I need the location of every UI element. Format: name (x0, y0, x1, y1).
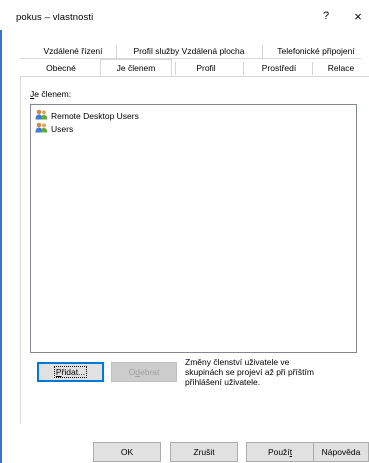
tab-row-divider (20, 58, 361, 59)
tab-separator (312, 62, 313, 75)
tab-environment[interactable]: Prostředí (248, 61, 310, 76)
tab-general[interactable]: Obecné (28, 61, 94, 76)
apply-button[interactable]: Použít (246, 442, 314, 462)
apply-button-label: Použí (267, 447, 290, 457)
tab-remote-desktop-profile[interactable]: Profil služby Vzdálená plocha (120, 44, 258, 59)
info-line: skupinách se projeví až při příštím (185, 367, 314, 377)
help-icon[interactable]: ? (318, 10, 334, 26)
membership-info: Změny členství uživatele ve skupinách se… (185, 357, 335, 387)
group-name: Remote Desktop Users (51, 110, 139, 121)
add-button[interactable]: Přidat... (37, 362, 104, 382)
group-icon (35, 122, 48, 133)
tab-dial-in[interactable]: Telefonické připojení (266, 44, 366, 59)
member-of-label: Je členem: (30, 89, 71, 99)
close-icon[interactable]: × (350, 9, 366, 25)
tab-separator (116, 45, 117, 58)
window-title: pokus – vlastnosti (16, 12, 94, 23)
info-line: přihlášení uživatele. (185, 377, 261, 387)
ok-button[interactable]: OK (93, 442, 161, 462)
member-of-label-text: e členem: (34, 89, 72, 99)
apply-button-accesskey: t (289, 447, 293, 457)
help-button[interactable]: Nápověda (313, 442, 369, 462)
tab-sessions[interactable]: Relace (316, 61, 366, 76)
cancel-button[interactable]: Zrušit (170, 442, 238, 462)
member-of-list[interactable]: Remote Desktop Users Users (30, 104, 357, 353)
title-bar[interactable]: pokus – vlastnosti ? × (0, 0, 369, 30)
tab-profile[interactable]: Profil (180, 61, 232, 76)
remove-button-label-end: ebrat (139, 367, 160, 377)
info-line: Změny členství uživatele ve (185, 357, 290, 367)
tab-remote-control[interactable]: Vzdálené řízení (34, 44, 112, 59)
tab-separator (262, 45, 263, 58)
tab-separator (243, 62, 244, 75)
remove-button[interactable]: Odebrat (111, 362, 177, 382)
list-item[interactable]: Users (35, 122, 73, 134)
tab-separator (175, 62, 176, 75)
window-border-accent (0, 30, 2, 463)
properties-dialog: pokus – vlastnosti ? × Vzdálené řízení P… (0, 0, 369, 463)
list-item[interactable]: Remote Desktop Users (35, 109, 139, 121)
add-button-label: řidat... (61, 367, 86, 377)
group-icon (35, 109, 48, 120)
tab-member-of[interactable]: Je členem (101, 61, 171, 76)
group-name: Users (51, 123, 74, 134)
add-button-focus: Přidat... (53, 366, 88, 378)
